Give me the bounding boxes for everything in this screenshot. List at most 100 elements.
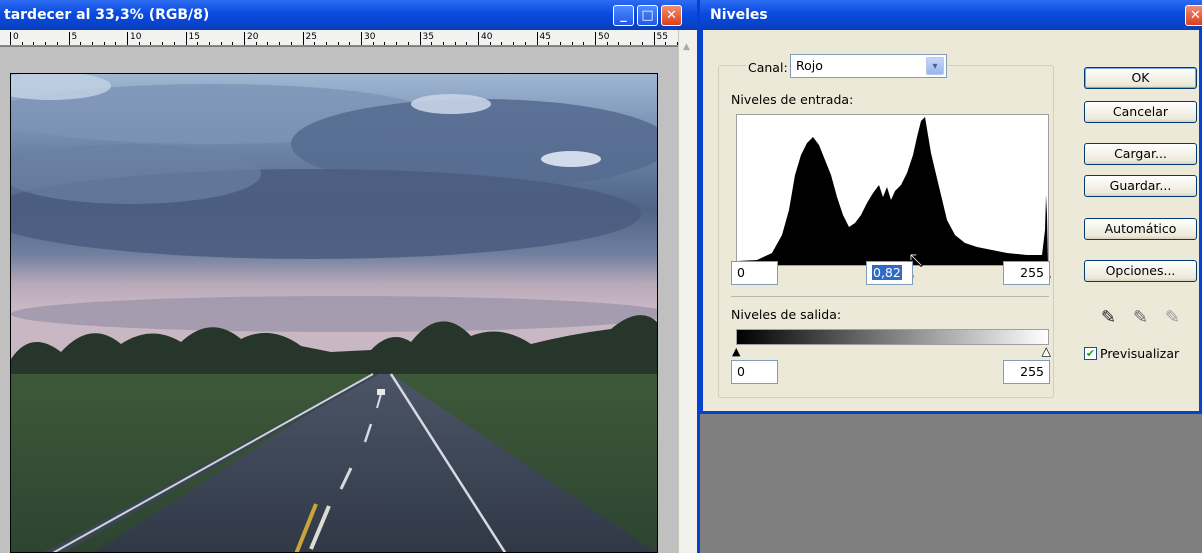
ruler-tick xyxy=(454,42,456,45)
ruler-tick xyxy=(606,42,608,45)
separator xyxy=(731,296,1049,297)
document-titlebar[interactable]: tardecer al 33,3% (RGB/8) xyxy=(0,0,697,30)
ruler-tick xyxy=(103,42,105,45)
minimize-button[interactable]: _ xyxy=(613,5,634,26)
ruler-label: 0 xyxy=(10,32,19,45)
ruler-tick xyxy=(45,42,47,45)
ruler-tick xyxy=(173,42,175,45)
ruler-tick xyxy=(665,42,667,45)
ruler-tick xyxy=(197,42,199,45)
ruler-tick xyxy=(641,42,643,45)
ruler-tick xyxy=(162,42,164,45)
ruler-tick xyxy=(513,42,515,45)
options-button[interactable]: Opciones... xyxy=(1084,260,1197,282)
input-white-value: 255 xyxy=(1020,265,1044,280)
checkmark-icon: ✔ xyxy=(1085,347,1096,360)
dialog-titlebar[interactable]: Niveles xyxy=(700,0,1202,30)
input-gamma-value: 0,82 xyxy=(872,265,902,280)
vertical-scrollbar[interactable]: ▲ xyxy=(678,30,697,553)
levels-dialog: Niveles ✕ Canal: Rojo ▾ Niveles de entra… xyxy=(700,0,1202,414)
output-white-field[interactable]: 255 xyxy=(1003,360,1050,384)
ruler-tick xyxy=(501,42,503,45)
output-levels-label: Niveles de salida: xyxy=(731,307,842,322)
cancel-button[interactable]: Cancelar xyxy=(1084,101,1197,123)
input-gamma-field[interactable]: 0,82 xyxy=(866,261,913,285)
photo-canvas[interactable] xyxy=(10,73,658,553)
ruler-tick xyxy=(314,42,316,45)
ruler-tick xyxy=(372,42,374,45)
ruler-tick xyxy=(33,42,35,45)
ok-button[interactable]: OK xyxy=(1084,67,1197,89)
auto-button[interactable]: Automático xyxy=(1084,218,1197,240)
preview-checkbox[interactable]: ✔ xyxy=(1084,347,1097,360)
close-icon: ✕ xyxy=(1190,8,1201,23)
output-white-slider[interactable]: ▲ xyxy=(1042,345,1051,358)
ruler-tick xyxy=(630,42,632,45)
close-button[interactable]: ✕ xyxy=(661,5,682,26)
ruler-tick xyxy=(80,42,82,45)
preview-label: Previsualizar xyxy=(1100,346,1180,361)
output-white-value: 255 xyxy=(1020,364,1044,379)
dialog-close-button[interactable]: ✕ xyxy=(1185,5,1202,26)
ruler-tick xyxy=(208,42,210,45)
ruler-tick xyxy=(489,42,491,45)
ruler-tick xyxy=(138,42,140,45)
histogram xyxy=(736,114,1049,266)
input-black-field[interactable]: 0 xyxy=(731,261,778,285)
output-black-value: 0 xyxy=(737,364,745,379)
ruler-tick xyxy=(548,42,550,45)
ruler-tick xyxy=(267,42,269,45)
ruler-tick xyxy=(325,42,327,45)
ruler-tick xyxy=(56,42,58,45)
ruler-tick xyxy=(255,42,257,45)
ruler-tick xyxy=(618,42,620,45)
input-white-field[interactable]: 255 xyxy=(1003,261,1050,285)
ruler-tick xyxy=(232,42,234,45)
ruler-label: 5 xyxy=(68,32,77,45)
output-gradient-bar xyxy=(736,329,1049,345)
chevron-down-icon[interactable]: ▾ xyxy=(926,57,944,75)
channel-label: Canal: xyxy=(746,60,790,75)
minimize-icon: _ xyxy=(620,8,627,23)
ruler-tick xyxy=(290,42,292,45)
ruler-tick xyxy=(442,42,444,45)
ruler-tick xyxy=(115,42,117,45)
mouse-cursor-icon: ↖ xyxy=(906,248,926,273)
scroll-up-icon[interactable]: ▲ xyxy=(683,42,690,52)
ruler-tick xyxy=(150,42,152,45)
ruler-tick xyxy=(349,42,351,45)
dialog-title: Niveles xyxy=(710,7,768,23)
channel-select[interactable]: Rojo ▾ xyxy=(790,54,947,78)
road-photo-image xyxy=(11,74,657,552)
load-button[interactable]: Cargar... xyxy=(1084,143,1197,165)
white-eyedropper-icon[interactable]: ✎ xyxy=(1165,307,1180,328)
ruler-tick xyxy=(571,42,573,45)
ruler-tick xyxy=(466,42,468,45)
document-window: tardecer al 33,3% (RGB/8) _ □ ✕ 0 5 10 15 20… xyxy=(0,0,700,553)
ruler-tick xyxy=(407,42,409,45)
input-black-value: 0 xyxy=(737,265,745,280)
output-black-slider[interactable]: ▲ xyxy=(732,346,740,358)
input-levels-label: Niveles de entrada: xyxy=(731,92,854,107)
ruler-tick xyxy=(337,42,339,45)
ruler-tick xyxy=(384,42,386,45)
ruler-tick xyxy=(220,42,222,45)
ruler-tick xyxy=(279,42,281,45)
ruler-tick xyxy=(524,42,526,45)
ruler-tick xyxy=(396,42,398,45)
canvas-area[interactable] xyxy=(0,47,678,553)
black-eyedropper-icon[interactable]: ✎ xyxy=(1101,307,1116,328)
ruler-tick xyxy=(583,42,585,45)
horizontal-ruler: 0 5 10 15 20 25 30 35 40 45 50 55 xyxy=(0,30,678,46)
ruler-tick xyxy=(559,42,561,45)
channel-value: Rojo xyxy=(796,58,823,73)
ruler-tick xyxy=(91,42,93,45)
close-icon: ✕ xyxy=(666,8,677,23)
gray-eyedropper-icon[interactable]: ✎ xyxy=(1133,307,1148,328)
save-button[interactable]: Guardar... xyxy=(1084,175,1197,197)
ruler-tick xyxy=(431,42,433,45)
output-black-field[interactable]: 0 xyxy=(731,360,778,384)
document-title: tardecer al 33,3% (RGB/8) xyxy=(4,7,210,23)
maximize-button[interactable]: □ xyxy=(637,5,658,26)
maximize-icon: □ xyxy=(641,8,654,23)
